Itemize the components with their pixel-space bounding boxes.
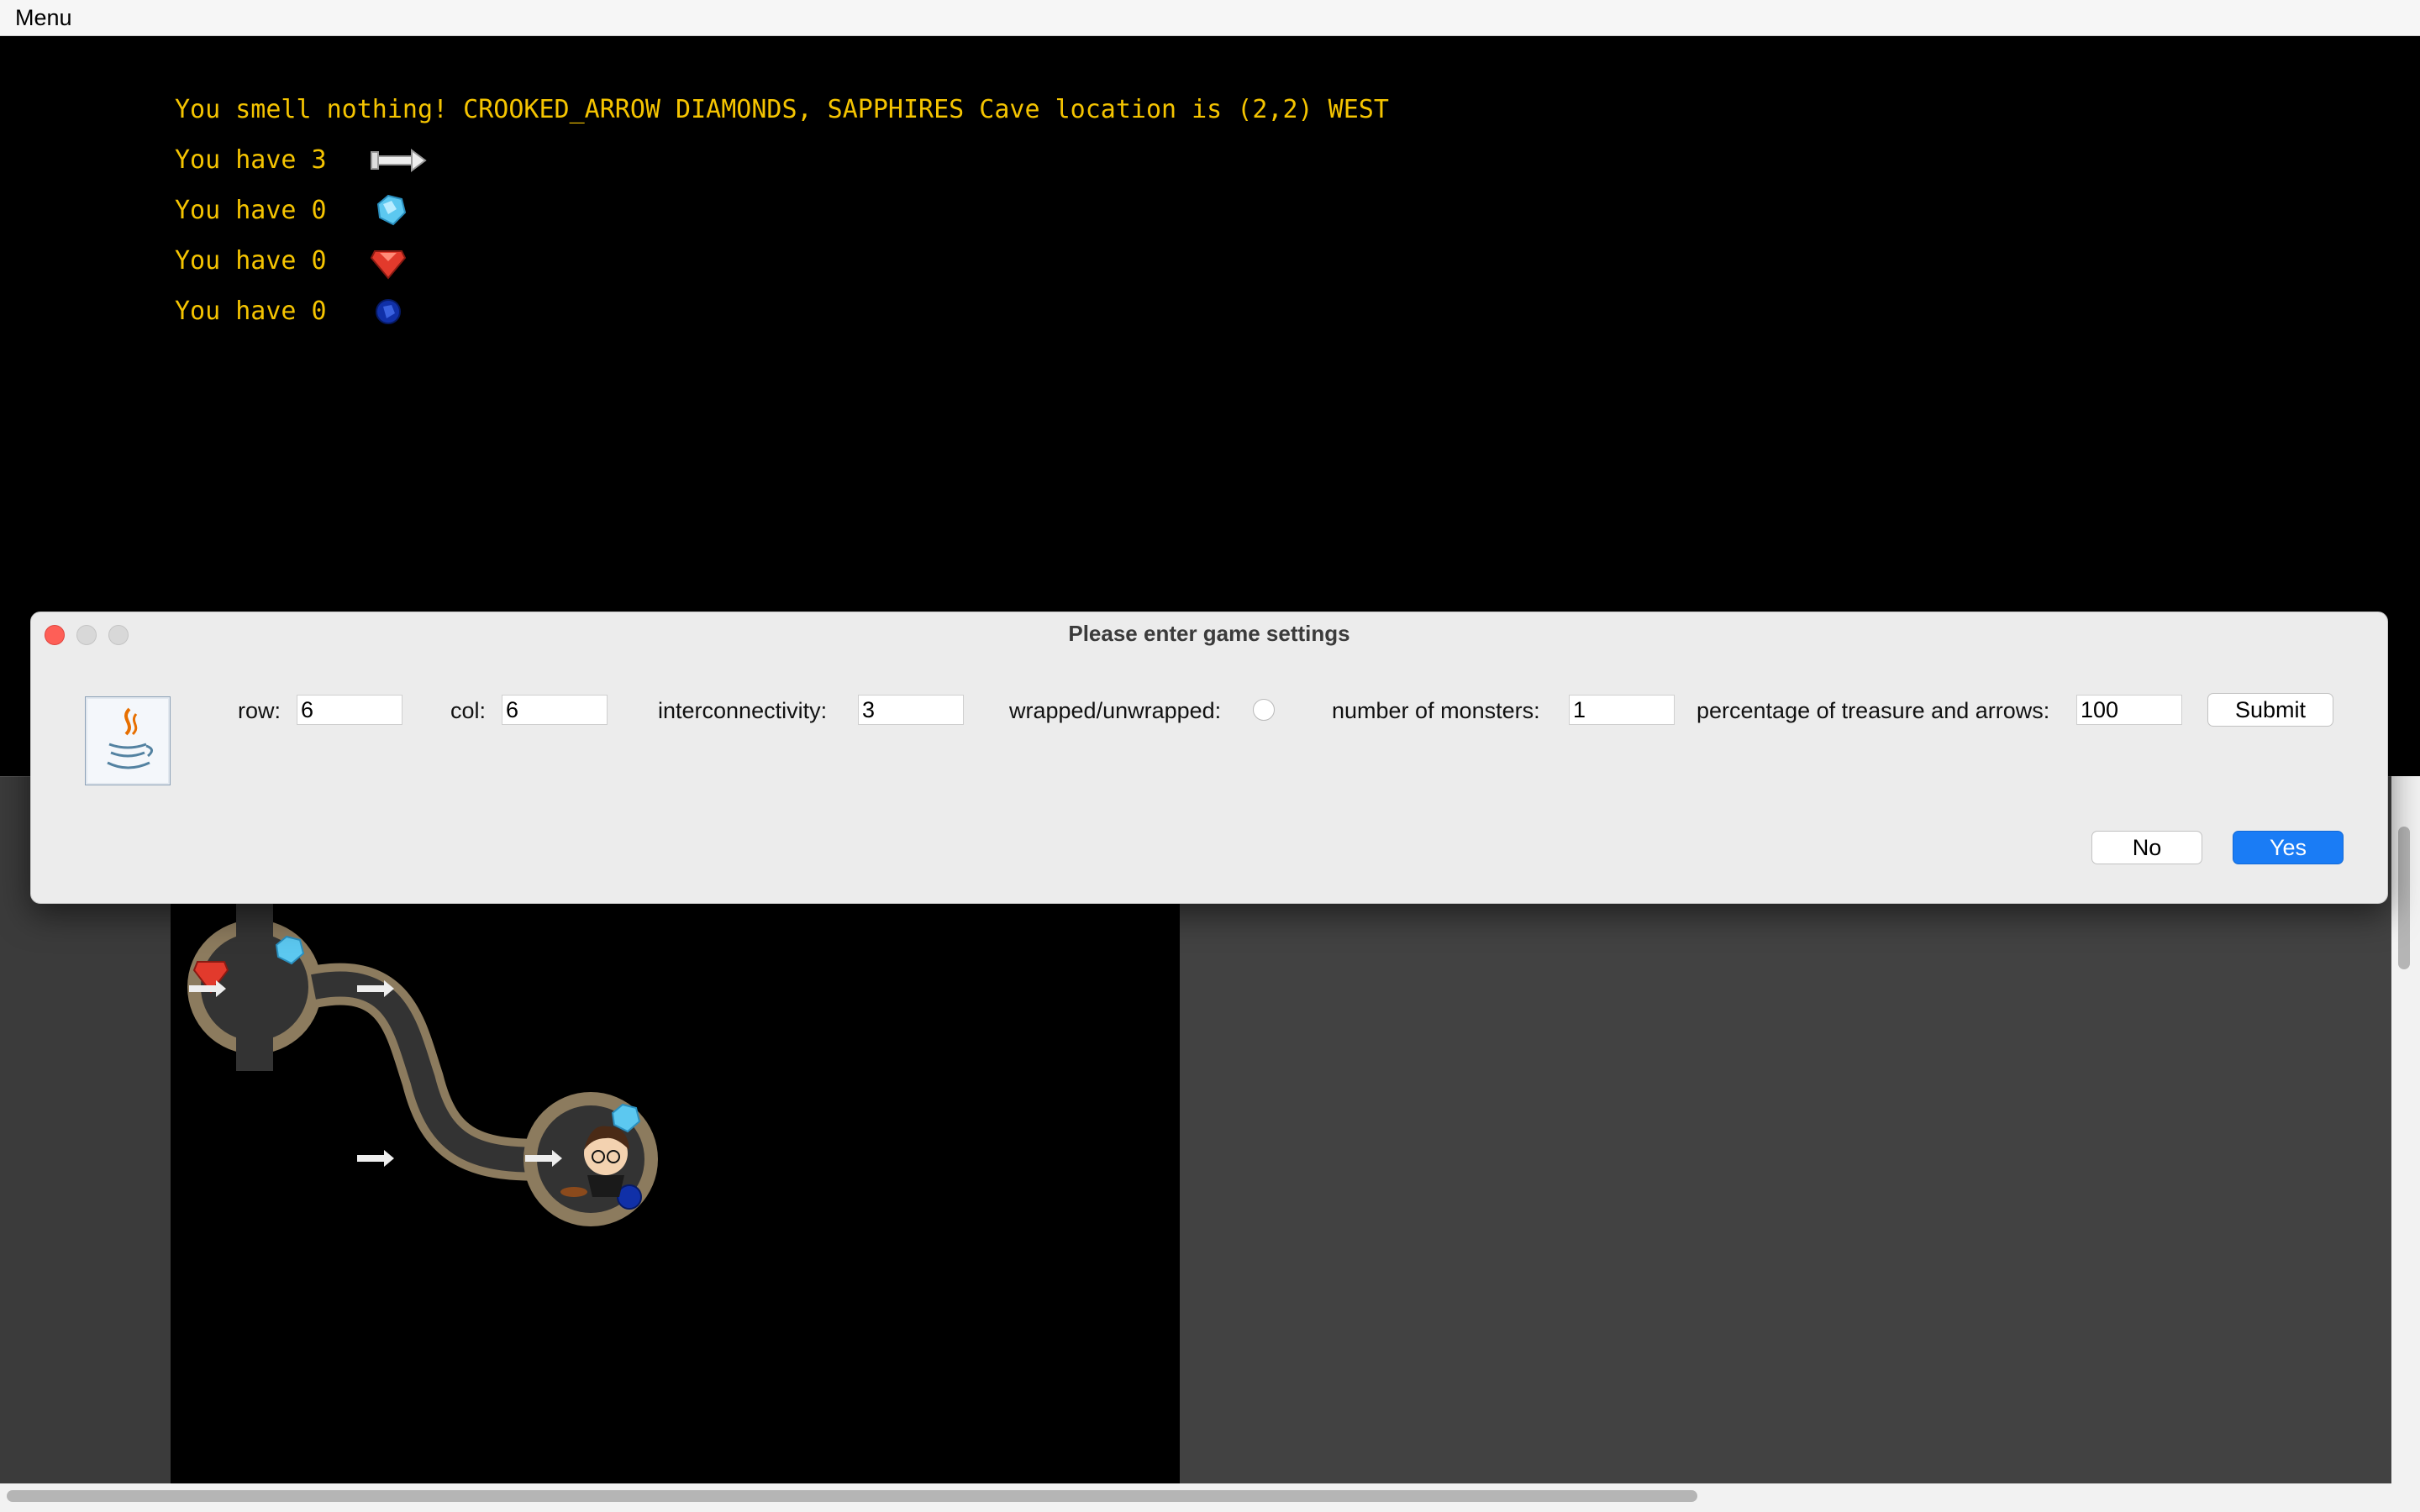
arrow-icon (357, 1150, 394, 1167)
no-button[interactable]: No (2091, 831, 2202, 864)
col-input[interactable]: 6 (502, 695, 608, 725)
inventory-text: You have 0 (175, 246, 327, 276)
diamond-icon (376, 194, 407, 226)
interconnectivity-label: interconnectivity: (658, 698, 828, 723)
status-message: You smell nothing! CROOKED_ARROW DIAMOND… (175, 95, 1389, 124)
inventory-text: You have 3 (175, 145, 327, 175)
inventory-text: You have 0 (175, 297, 327, 326)
percentage-label: percentage of treasure and arrows: (1697, 698, 2050, 723)
row-label: row: (238, 698, 281, 723)
wrapped-label: wrapped/unwrapped: (1009, 698, 1222, 723)
dialog-title: Please enter game settings (1068, 621, 1350, 646)
vertical-scroll-thumb[interactable] (2398, 827, 2410, 969)
cave-exit-south (236, 1021, 273, 1071)
col-label: col: (450, 698, 487, 723)
percentage-input[interactable]: 100 (2076, 695, 2182, 725)
monsters-label: number of monsters: (1332, 698, 1540, 723)
ruby-icon (370, 250, 407, 280)
horizontal-scroll-thumb[interactable] (7, 1490, 1697, 1502)
java-icon (85, 696, 171, 785)
arrow-icon (371, 149, 427, 172)
row-input[interactable]: 6 (297, 695, 402, 725)
dialog-titlebar[interactable]: Please enter game settings (31, 612, 2387, 656)
cave-exit-north (236, 903, 273, 953)
game-settings-dialog: Please enter game settings row: 6 col: 6… (30, 612, 2388, 904)
menu-button[interactable]: Menu (15, 5, 72, 31)
sapphire-icon (376, 299, 401, 324)
interconnectivity-input[interactable]: 3 (858, 695, 964, 725)
monsters-input[interactable]: 1 (1569, 695, 1675, 725)
menu-bar: Menu (0, 0, 2420, 36)
submit-button[interactable]: Submit (2207, 693, 2333, 727)
inventory-text: You have 0 (175, 196, 327, 225)
yes-button[interactable]: Yes (2233, 831, 2344, 864)
wrapped-radio[interactable] (1253, 699, 1275, 721)
